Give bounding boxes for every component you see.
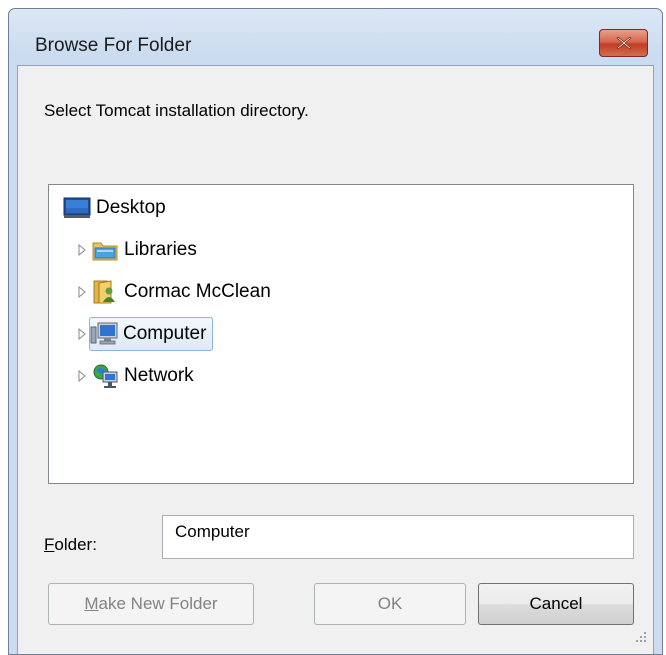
- window-frame: Browse For Folder Select Tomcat installa…: [8, 8, 663, 655]
- close-icon: [616, 36, 632, 50]
- tree-item-label: Network: [124, 365, 194, 386]
- title-bar[interactable]: Browse For Folder: [9, 9, 662, 65]
- tree-item-desktop[interactable]: Desktop: [63, 191, 166, 225]
- make-new-folder-button[interactable]: Make New Folder: [48, 583, 254, 625]
- expand-arrow-icon[interactable]: [73, 359, 91, 393]
- tree-item-label: Desktop: [96, 197, 166, 218]
- tree-item-label: Cormac McClean: [124, 281, 271, 302]
- user-folder-icon: [91, 278, 119, 306]
- desktop-icon: [63, 194, 91, 222]
- tree-item-network[interactable]: Network: [73, 359, 194, 393]
- tree-item-label: Computer: [123, 323, 207, 344]
- expand-arrow-icon[interactable]: [73, 233, 91, 267]
- folder-tree[interactable]: Desktop Libraries Cormac McClean Compute…: [48, 184, 634, 484]
- folder-label: Folder:: [44, 535, 97, 554]
- dialog-prompt: Select Tomcat installation directory.: [44, 101, 309, 120]
- folder-input[interactable]: [162, 515, 634, 559]
- close-button[interactable]: [599, 29, 648, 57]
- tree-item-label: Libraries: [124, 239, 197, 260]
- browse-for-folder-dialog: Browse For Folder Select Tomcat installa…: [0, 0, 666, 655]
- network-icon: [91, 362, 119, 390]
- libraries-icon: [91, 236, 119, 264]
- dialog-body: Select Tomcat installation directory. De…: [17, 65, 654, 654]
- window-title: Browse For Folder: [35, 35, 192, 56]
- expand-arrow-icon[interactable]: [73, 275, 91, 309]
- tree-item-user-folder[interactable]: Cormac McClean: [73, 275, 271, 309]
- tree-item-libraries[interactable]: Libraries: [73, 233, 197, 267]
- ok-button[interactable]: OK: [314, 583, 466, 625]
- cancel-button[interactable]: Cancel: [478, 583, 634, 625]
- tree-selection-highlight: Computer: [89, 317, 214, 351]
- tree-item-computer[interactable]: Computer: [73, 317, 214, 351]
- computer-icon: [90, 320, 118, 348]
- resize-grip-icon[interactable]: [635, 630, 647, 648]
